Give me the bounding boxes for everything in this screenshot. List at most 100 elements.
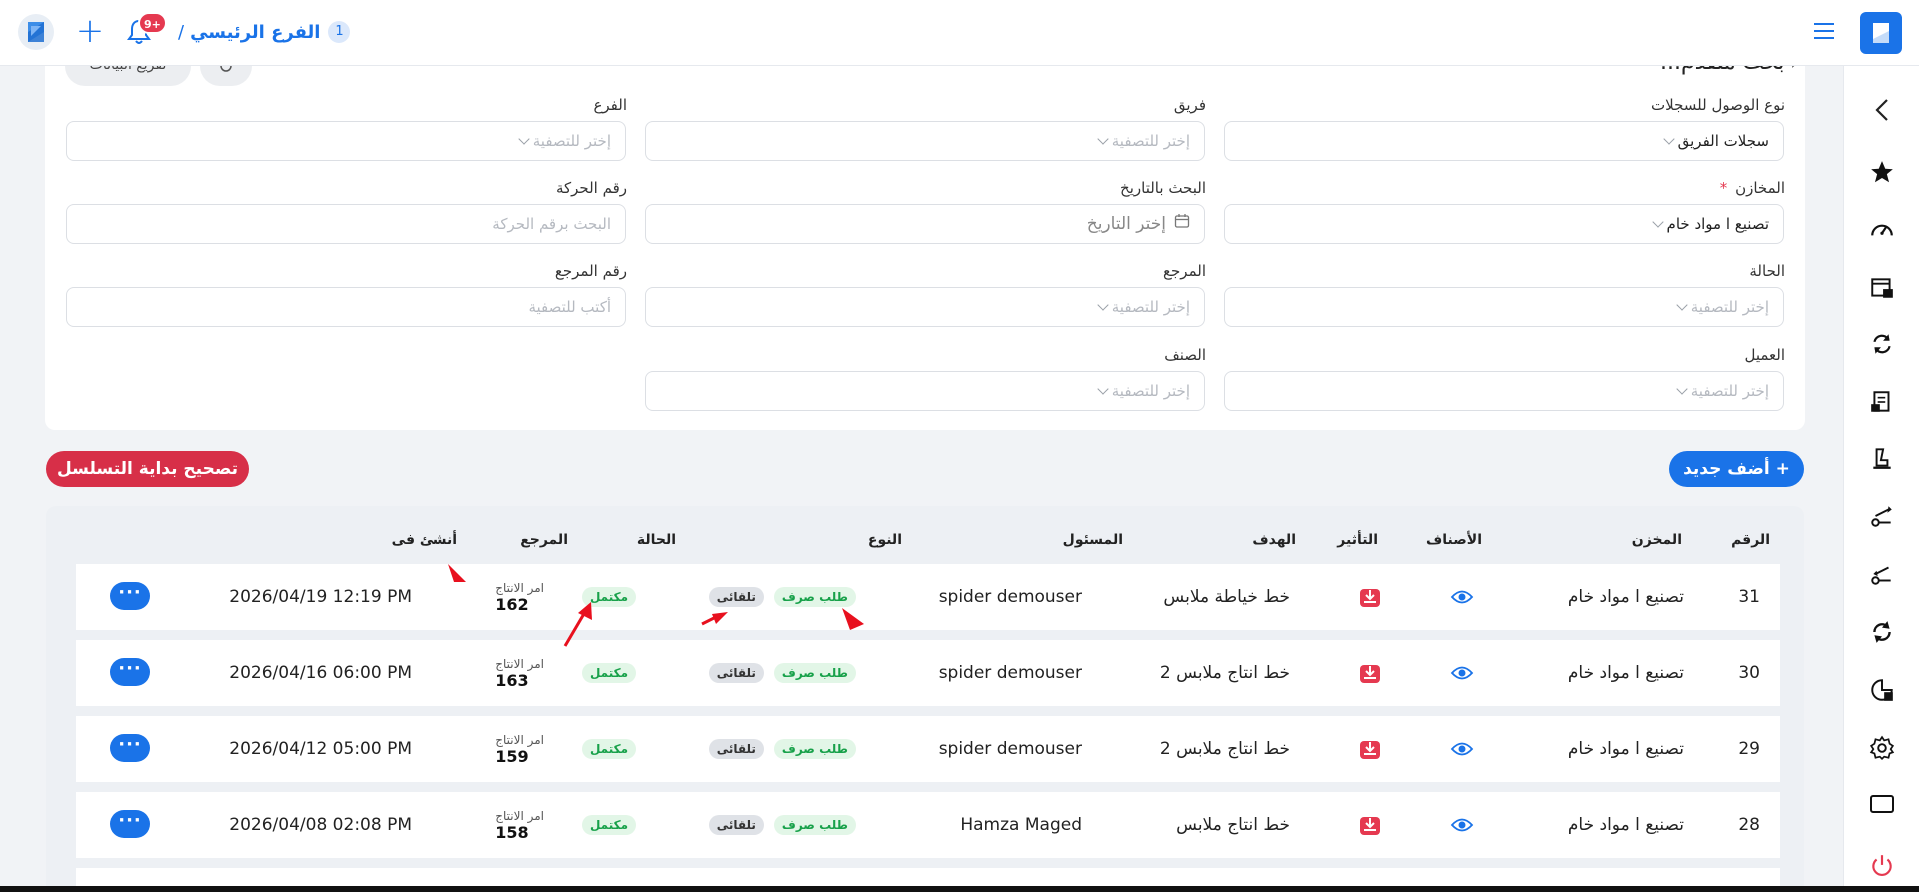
dashboard-gauge-icon[interactable]: [1868, 216, 1896, 244]
row-reference[interactable]: امر الانتاج 158: [495, 792, 544, 858]
col-store: المخزن: [1631, 532, 1682, 548]
table-row[interactable]: 29 تصنيع ا مواد خام خط انتاج ملابس 2 spider…: [76, 716, 1780, 782]
eye-icon[interactable]: [1450, 640, 1474, 706]
row-actions-button[interactable]: ···: [110, 810, 150, 838]
movement-no-placeholder: البحث برقم الحركة: [492, 215, 611, 233]
transfer-in-icon[interactable]: [1868, 560, 1896, 588]
customer-select[interactable]: إختر للتصفية: [1224, 371, 1784, 411]
table-row[interactable]: 30 تصنيع ا مواد خام خط انتاج ملابس 2 spider…: [76, 640, 1780, 706]
type-auto-badge: تلقائى: [708, 663, 764, 683]
table-row[interactable]: 28 تصنيع ا مواد خام خط انتاج ملابس Hamza Ma…: [76, 792, 1780, 858]
power-icon[interactable]: [1868, 852, 1896, 880]
branch-name: الفرع الرئيسي: [190, 21, 321, 43]
reference-select[interactable]: إختر للتصفية: [645, 287, 1205, 327]
chevron-down-icon: [1652, 216, 1664, 228]
date-search-input[interactable]: إختر التاريخ: [645, 204, 1205, 244]
plus-icon[interactable]: +: [74, 14, 106, 48]
reference-label: المرجع: [1163, 262, 1206, 280]
calendar-icon: [1174, 205, 1190, 243]
reports-icon[interactable]: [1868, 676, 1896, 704]
row-number: 29: [1738, 739, 1760, 759]
add-new-button[interactable]: + أضف جديد: [1669, 451, 1804, 487]
col-effect: التأثير: [1337, 532, 1378, 548]
row-status: مكتمل: [581, 792, 636, 858]
reference-no-input[interactable]: أكتب للتصفية: [66, 287, 626, 327]
brand-logo-icon[interactable]: [1860, 12, 1902, 54]
sync-icon[interactable]: [1868, 330, 1896, 358]
stores-select[interactable]: تصنيع ا مواد خام: [1224, 204, 1784, 244]
category-select[interactable]: إختر للتصفية: [645, 371, 1205, 411]
access-type-value: سجلات الفريق: [1677, 132, 1769, 150]
eye-icon[interactable]: [1450, 792, 1474, 858]
col-number: الرقم: [1731, 532, 1770, 548]
row-actions-button[interactable]: ···: [110, 582, 150, 610]
settings-gear-icon[interactable]: [1868, 734, 1896, 762]
type-badge: طلب صرف: [773, 739, 856, 759]
type-auto-badge: تلقائى: [708, 739, 764, 759]
type-auto-badge: تلقائى: [708, 815, 764, 835]
access-type-select[interactable]: سجلات الفريق: [1224, 121, 1784, 161]
ref-type: امر الانتاج: [495, 732, 544, 747]
team-select[interactable]: إختر للتصفية: [645, 121, 1205, 161]
row-target: خط خياطة ملابس: [1163, 587, 1290, 607]
hamburger-menu-icon[interactable]: [1814, 22, 1838, 42]
category-label: الصنف: [1164, 346, 1206, 364]
row-store: تصنيع ا مواد خام: [1567, 663, 1684, 683]
col-type: النوع: [867, 532, 902, 548]
row-reference[interactable]: امر الانتاج 159: [495, 716, 544, 782]
movement-no-input[interactable]: البحث برقم الحركة: [66, 204, 626, 244]
row-store: تصنيع ا مواد خام: [1567, 815, 1684, 835]
display-icon[interactable]: [1868, 790, 1896, 818]
row-number: 28: [1738, 815, 1760, 835]
app-logo-icon[interactable]: [18, 14, 54, 50]
row-type: طلب صرف تلقائى: [708, 792, 856, 858]
col-responsible: المسئول: [1062, 532, 1123, 548]
top-bar: + 9+ 1 الفرع الرئيسي /: [0, 0, 1919, 66]
chevron-down-icon: [1663, 133, 1675, 145]
status-badge: مكتمل: [581, 739, 636, 759]
row-target: خط انتاج ملابس 2: [1159, 739, 1290, 759]
status-select[interactable]: إختر للتصفية: [1224, 287, 1784, 327]
stores-value: تصنيع ا مواد خام: [1666, 215, 1769, 233]
effect-out-icon: [1358, 716, 1382, 782]
reference-no-placeholder: أكتب للتصفية: [528, 298, 611, 316]
store-icon[interactable]: [1868, 274, 1896, 302]
movement-no-label: رقم الحركة: [555, 179, 627, 197]
row-actions-button[interactable]: ···: [110, 658, 150, 686]
customer-placeholder: إختر للتصفية: [1690, 382, 1769, 400]
transfer-out-icon[interactable]: [1868, 502, 1896, 530]
team-placeholder: إختر للتصفية: [1111, 132, 1190, 150]
invoice-icon[interactable]: [1868, 388, 1896, 416]
required-mark: *: [1719, 179, 1728, 197]
refresh-icon[interactable]: [1868, 618, 1896, 646]
status-badge: مكتمل: [581, 663, 636, 683]
row-type: طلب صرف تلقائى: [708, 716, 856, 782]
row-status: مكتمل: [581, 716, 636, 782]
reference-placeholder: إختر للتصفية: [1111, 298, 1190, 316]
date-search-label: البحث بالتاريخ: [1120, 179, 1206, 197]
branch-number: 1: [328, 21, 351, 43]
row-created-at: 2026/04/19 12:19 PM: [229, 587, 412, 607]
table-row[interactable]: 31 تصنيع ا مواد خام خط خياطة ملابس spider d…: [76, 564, 1780, 630]
production-icon[interactable]: [1868, 444, 1896, 472]
row-actions-button[interactable]: ···: [110, 734, 150, 762]
issue-requests-table: الرقم المخزن الأصناف التأثير الهدف المسئ…: [46, 506, 1804, 892]
row-number: 31: [1738, 587, 1760, 607]
row-responsible: spider demouser: [938, 739, 1082, 759]
branch-select[interactable]: إختر للتصفية: [66, 121, 626, 161]
eye-icon[interactable]: [1450, 716, 1474, 782]
col-items: الأصناف: [1426, 532, 1482, 548]
fix-sequence-button[interactable]: تصحيح بداية التسلسل: [46, 451, 249, 487]
row-number: 30: [1738, 663, 1760, 683]
branch-slash: /: [178, 21, 185, 43]
star-icon[interactable]: [1868, 158, 1896, 186]
reference-no-label: رقم المرجع: [554, 262, 627, 280]
back-chevron-icon[interactable]: [1868, 96, 1896, 124]
effect-out-icon: [1358, 792, 1382, 858]
ref-type: امر الانتاج: [495, 656, 544, 671]
row-responsible: Hamza Maged: [960, 815, 1082, 835]
eye-icon[interactable]: [1450, 564, 1474, 630]
branch-selector[interactable]: 1 الفرع الرئيسي /: [178, 18, 351, 46]
ref-number: 163: [495, 670, 529, 690]
row-created-at: 2026/04/16 06:00 PM: [229, 663, 412, 683]
